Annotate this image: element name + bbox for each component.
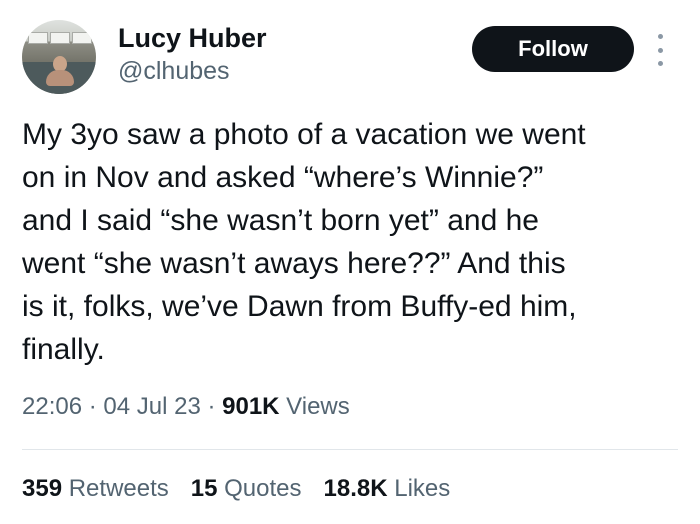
views-label: Views xyxy=(279,393,350,420)
retweets-stat[interactable]: 359 Retweets xyxy=(22,475,169,502)
more-options-icon[interactable] xyxy=(652,34,668,66)
likes-count: 18.8K xyxy=(323,475,388,502)
avatar-window-2 xyxy=(50,32,70,44)
retweets-label: Retweets xyxy=(62,475,169,502)
follow-button[interactable]: Follow xyxy=(472,26,634,72)
retweets-count: 359 xyxy=(22,475,63,502)
meta-separator: · xyxy=(200,393,223,420)
author-handle[interactable]: @clhubes xyxy=(118,56,230,86)
views-count: 901K xyxy=(222,393,280,420)
tweet-text-line: finally. xyxy=(22,333,105,366)
tweet-text-line: My 3yo saw a photo of a vacation we went xyxy=(22,118,586,151)
quotes-label: Quotes xyxy=(217,475,302,502)
avatar-window-1 xyxy=(28,32,48,44)
more-dot-2 xyxy=(657,47,663,53)
more-dot-1 xyxy=(657,34,663,39)
quotes-stat[interactable]: 15 Quotes xyxy=(191,475,302,502)
likes-label: Likes xyxy=(387,475,451,502)
tweet-text-line: on in Nov and asked “where’s Winnie?” xyxy=(22,161,544,194)
likes-stat[interactable]: 18.8K Likes xyxy=(324,475,451,502)
tweet-text-line: and I said “she wasn’t born yet” and he xyxy=(22,204,539,237)
tweet-time[interactable]: 22:06 xyxy=(22,393,82,420)
avatar-window-3 xyxy=(72,32,92,44)
tweet-text: My 3yo saw a photo of a vacation we went… xyxy=(22,113,682,371)
divider xyxy=(22,449,678,450)
tweet-stats: 359 Retweets 15 Quotes 18.8K Likes xyxy=(22,474,472,504)
tweet-text-line: went “she wasn’t aways here??” And this xyxy=(22,247,566,280)
tweet-text-line: is it, folks, we’ve Dawn from Buffy-ed h… xyxy=(22,290,577,323)
avatar[interactable] xyxy=(22,20,96,94)
meta-separator: · xyxy=(82,393,104,420)
author-name[interactable]: Lucy Huber xyxy=(118,21,267,55)
tweet-date[interactable]: 04 Jul 23 xyxy=(103,393,200,420)
tweet-card: Lucy Huber @clhubes Follow My 3yo saw a … xyxy=(0,0,700,524)
avatar-person-shoulders xyxy=(46,70,74,86)
tweet-meta: 22:06 · 04 Jul 23 · 901K Views xyxy=(22,392,350,422)
more-dot-3 xyxy=(657,61,663,66)
quotes-count: 15 xyxy=(190,475,218,502)
